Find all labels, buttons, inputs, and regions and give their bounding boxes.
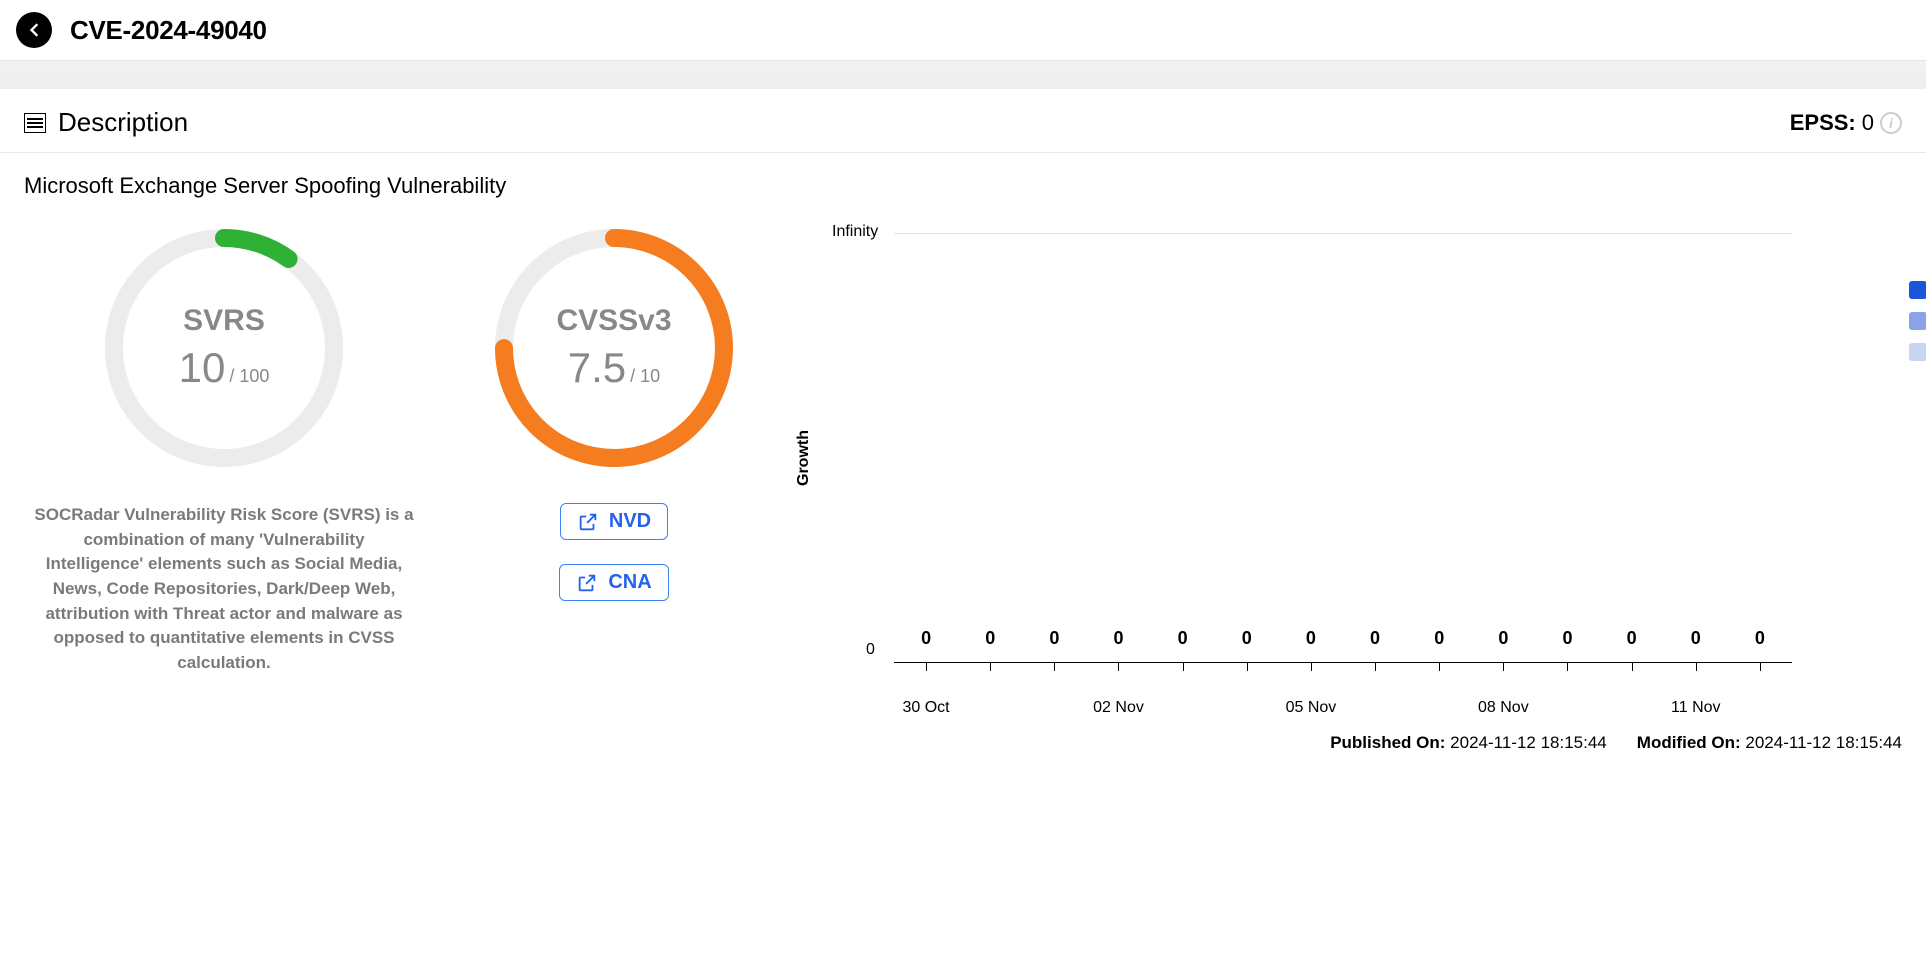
svrs-description: SOCRadar Vulnerability Risk Score (SVRS)…	[34, 503, 414, 675]
page-title: CVE-2024-49040	[70, 15, 267, 46]
svrs-gauge: SVRS 10 / 100	[99, 223, 349, 473]
back-button[interactable]	[16, 12, 52, 48]
cvss-column: CVSSv3 7.5 / 10 NVD	[454, 223, 774, 601]
legend-item-github[interactable]: GitHub	[1909, 279, 1926, 300]
cna-link-button[interactable]: CNA	[559, 564, 668, 601]
cna-link-label: CNA	[608, 571, 651, 594]
legend-swatch	[1909, 312, 1926, 330]
external-link-icon	[577, 511, 599, 533]
nvd-link-label: NVD	[609, 510, 651, 533]
published-label: Published On:	[1330, 733, 1445, 752]
chart-x-axis	[894, 662, 1792, 663]
chart-value: 0	[1343, 628, 1407, 649]
arrow-left-icon	[24, 20, 44, 40]
published-value: 2024-11-12 18:15:44	[1450, 733, 1607, 752]
chart-x-label: 05 Nov	[1286, 699, 1337, 717]
legend-swatch	[1909, 343, 1926, 361]
external-link-icon	[576, 572, 598, 594]
chart-gridline	[894, 233, 1792, 234]
chart-x-label: 11 Nov	[1671, 699, 1721, 717]
chart-value: 0	[1215, 628, 1279, 649]
chart-data-labels: 00000000000000	[894, 628, 1792, 649]
chart-y-axis-label: Growth	[795, 430, 813, 486]
chart-value: 0	[1022, 628, 1086, 649]
chart-value: 0	[1728, 628, 1792, 649]
cvss-gauge-label: CVSSv3	[556, 304, 671, 338]
chart-legend: GitHub News Tweets	[1909, 279, 1926, 362]
cvss-gauge-max: / 10	[630, 366, 660, 387]
chart-value: 0	[1535, 628, 1599, 649]
epss-label: EPSS:	[1790, 110, 1856, 136]
info-icon[interactable]: i	[1880, 112, 1902, 134]
growth-chart: Growth Infinity 0 00000000000000 30 Oct0…	[804, 223, 1902, 753]
chart-x-label: 02 Nov	[1093, 699, 1144, 717]
chart-value: 0	[1471, 628, 1535, 649]
list-icon	[24, 113, 46, 133]
chart-value: 0	[1151, 628, 1215, 649]
svrs-gauge-max: / 100	[229, 366, 269, 387]
svrs-gauge-label: SVRS	[183, 304, 265, 338]
cvss-gauge: CVSSv3 7.5 / 10	[489, 223, 739, 473]
svrs-gauge-value: 10	[179, 344, 226, 392]
svrs-column: SVRS 10 / 100 SOCRadar Vulnerability Ris…	[24, 223, 424, 675]
legend-item-news[interactable]: News	[1909, 310, 1926, 331]
chart-value: 0	[1407, 628, 1471, 649]
section-title: Description	[58, 107, 188, 138]
epss-score: EPSS: 0 i	[1790, 110, 1902, 136]
cvss-gauge-value: 7.5	[568, 344, 626, 392]
divider-band	[0, 61, 1926, 89]
epss-value: 0	[1862, 110, 1874, 136]
page-header: CVE-2024-49040	[0, 0, 1926, 61]
dates-row: Published On: 2024-11-12 18:15:44 Modifi…	[804, 733, 1902, 753]
chart-y-bottom-label: 0	[866, 641, 875, 659]
legend-item-tweets[interactable]: Tweets	[1909, 341, 1926, 362]
chart-x-label: 30 Oct	[902, 699, 949, 717]
chart-value: 0	[1279, 628, 1343, 649]
modified-label: Modified On:	[1637, 733, 1741, 752]
chart-value: 0	[1600, 628, 1664, 649]
vulnerability-description: Microsoft Exchange Server Spoofing Vulne…	[24, 173, 1902, 199]
legend-swatch	[1909, 281, 1926, 299]
chart-value: 0	[894, 628, 958, 649]
chart-x-label: 08 Nov	[1478, 699, 1529, 717]
modified-value: 2024-11-12 18:15:44	[1745, 733, 1902, 752]
nvd-link-button[interactable]: NVD	[560, 503, 668, 540]
chart-y-top-label: Infinity	[832, 223, 878, 241]
chart-value: 0	[1086, 628, 1150, 649]
section-header: Description EPSS: 0 i	[0, 89, 1926, 153]
chart-value: 0	[1664, 628, 1728, 649]
chart-value: 0	[958, 628, 1022, 649]
